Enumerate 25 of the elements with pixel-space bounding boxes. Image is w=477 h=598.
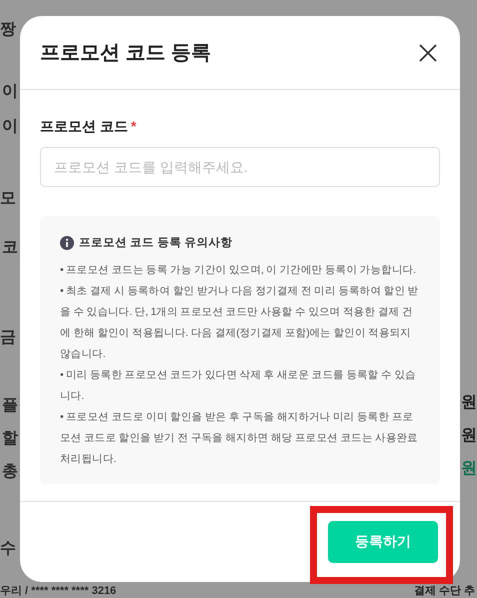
background-text: 이: [2, 117, 18, 137]
info-icon: [60, 236, 74, 250]
background-text: 우리 / **** **** **** 3216: [0, 584, 116, 598]
notice-item: • 프로모션 코드는 등록 가능 기간이 있으며, 이 기간에만 등록이 가능합니다.: [60, 263, 417, 278]
background-text: 원: [461, 426, 477, 446]
background-text: 코: [2, 238, 18, 258]
background-text: 결제 수단 추: [414, 584, 475, 598]
notice-item: • 최초 결제 시 등록하여 할인 받거나 다음 정기결제 전 미리 등록하여 할인 받을 수 있습니다. 단, 1개의 프로모션 코드만 사용할 수 있으며 적용한 결제 건에 한해 할인이 적용됩니다. 다음 결제(정기결제 포함)에는 할인이 적용되지 않습니다.: [60, 284, 420, 362]
background-text: 원: [461, 459, 477, 479]
promo-code-field[interactable]: 프로모션 코드를 입력해주세요.: [40, 147, 440, 187]
notice-title: 프로모션 코드 등록 유의사항: [79, 236, 233, 250]
background-text: 플: [2, 396, 18, 416]
field-label: 프로모션 코드 *: [40, 118, 138, 136]
notice-item: • 프로모션 코드로 이미 할인을 받은 후 구독을 해지하거나 미리 등록한 프로모션 코드로 할인을 받기 전 구독을 해지하면 해당 프로모션 코드는 사용완료 처리됩니다.: [60, 410, 419, 467]
background-text: 짱: [0, 20, 16, 40]
background-text: 금: [0, 328, 16, 348]
background-text: 할: [2, 429, 18, 449]
background-text: 수: [0, 539, 16, 559]
background-text: 원: [461, 393, 477, 413]
notice-item: • 미리 등록한 프로모션 코드가 있다면 삭제 후 새로운 코드를 등록할 수 있습니다.: [60, 368, 417, 404]
register-button[interactable]: 등록하기: [328, 521, 438, 563]
background-text: 총: [2, 462, 18, 482]
background-text: 모: [0, 189, 16, 209]
dialog-title: 프로모션 코드 등록: [40, 41, 212, 66]
background-text: 이: [2, 82, 18, 102]
